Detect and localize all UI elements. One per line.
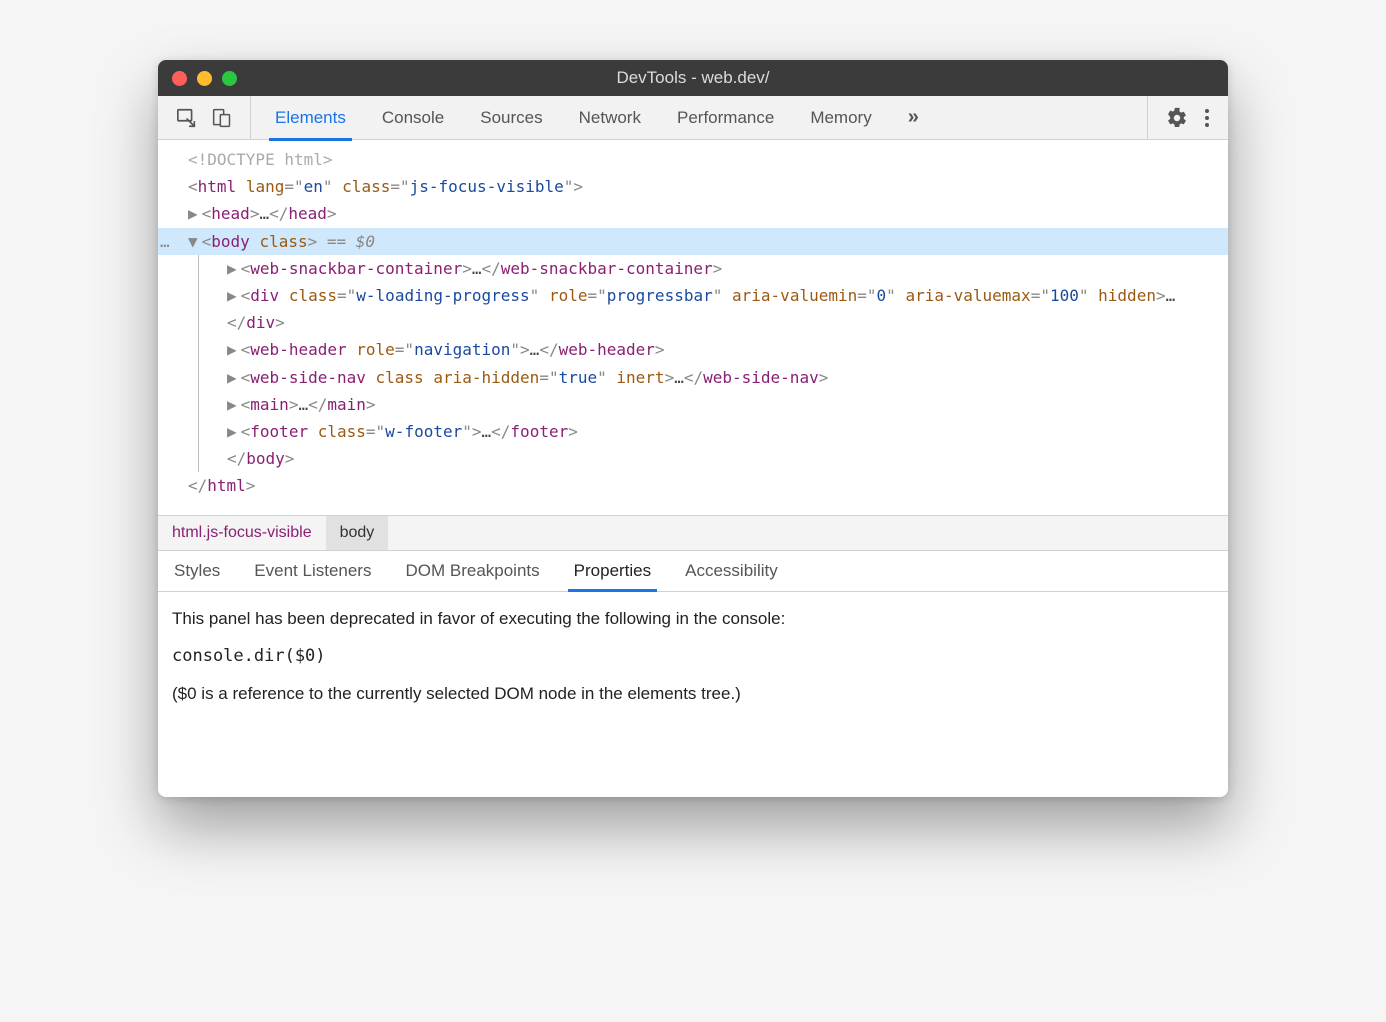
dom-html-open[interactable]: <html lang="en" class="js-focus-visible"… [158, 173, 1228, 200]
dom-child[interactable]: ▶<web-header role="navigation">…</web-he… [207, 336, 1228, 363]
subtab-event-listeners[interactable]: Event Listeners [252, 551, 373, 591]
dom-child[interactable]: ▶<main>…</main> [207, 391, 1228, 418]
tab-memory[interactable]: Memory [810, 96, 871, 140]
dom-body-selected[interactable]: ▼<body class> == $0 [158, 228, 1228, 255]
dom-child[interactable]: ▶<web-snackbar-container>…</web-snackbar… [207, 255, 1228, 282]
devtools-window: DevTools - web.dev/ Elements Console Sou… [158, 60, 1228, 797]
elements-dom-tree[interactable]: <!DOCTYPE html> <html lang="en" class="j… [158, 140, 1228, 515]
dom-child[interactable]: ▶<web-side-nav class aria-hidden="true" … [207, 364, 1228, 391]
tab-console[interactable]: Console [382, 96, 444, 140]
dom-body-close[interactable]: </body> [207, 445, 1228, 472]
breadcrumb-body[interactable]: body [326, 516, 389, 550]
panel-tabs: Elements Console Sources Network Perform… [251, 96, 1147, 140]
subtab-dom-breakpoints[interactable]: DOM Breakpoints [403, 551, 541, 591]
window-titlebar: DevTools - web.dev/ [158, 60, 1228, 96]
chevrons-icon: » [908, 106, 919, 129]
maximize-window-button[interactable] [222, 71, 237, 86]
kebab-menu-icon[interactable] [1204, 107, 1210, 129]
tab-network[interactable]: Network [579, 96, 641, 140]
deprecation-note: ($0 is a reference to the currently sele… [172, 681, 1214, 707]
dom-body-children: ▶<web-snackbar-container>…</web-snackbar… [198, 255, 1228, 473]
tab-label: Console [382, 108, 444, 128]
tab-label: Memory [810, 108, 871, 128]
settings-gear-icon[interactable] [1166, 107, 1188, 129]
subtab-styles[interactable]: Styles [172, 551, 222, 591]
minimize-window-button[interactable] [197, 71, 212, 86]
device-toggle-icon[interactable] [212, 107, 232, 129]
tab-elements[interactable]: Elements [275, 96, 346, 140]
breadcrumb-html[interactable]: html.js-focus-visible [158, 516, 326, 550]
properties-panel: This panel has been deprecated in favor … [158, 592, 1228, 797]
dom-head[interactable]: ▶<head>…</head> [158, 200, 1228, 227]
traffic-lights [172, 71, 237, 86]
tab-label: Sources [480, 108, 542, 128]
tabs-overflow-button[interactable]: » [908, 96, 919, 140]
dom-html-close[interactable]: </html> [158, 472, 1228, 499]
inspect-element-icon[interactable] [176, 107, 198, 129]
tab-label: Network [579, 108, 641, 128]
window-title: DevTools - web.dev/ [158, 68, 1228, 88]
deprecation-message: This panel has been deprecated in favor … [172, 606, 1214, 632]
dom-doctype[interactable]: <!DOCTYPE html> [158, 146, 1228, 173]
deprecation-code: console.dir($0) [172, 644, 1214, 670]
sidebar-tabs: Styles Event Listeners DOM Breakpoints P… [158, 551, 1228, 592]
dom-breadcrumbs: html.js-focus-visible body [158, 515, 1228, 551]
main-toolbar: Elements Console Sources Network Perform… [158, 96, 1228, 140]
tab-sources[interactable]: Sources [480, 96, 542, 140]
close-window-button[interactable] [172, 71, 187, 86]
subtab-properties[interactable]: Properties [572, 551, 653, 591]
tab-label: Elements [275, 108, 346, 128]
dom-child[interactable]: ▶<footer class="w-footer">…</footer> [207, 418, 1228, 445]
subtab-accessibility[interactable]: Accessibility [683, 551, 780, 591]
tab-label: Performance [677, 108, 774, 128]
dom-child[interactable]: ▶<div class="w-loading-progress" role="p… [207, 282, 1228, 336]
tab-performance[interactable]: Performance [677, 96, 774, 140]
